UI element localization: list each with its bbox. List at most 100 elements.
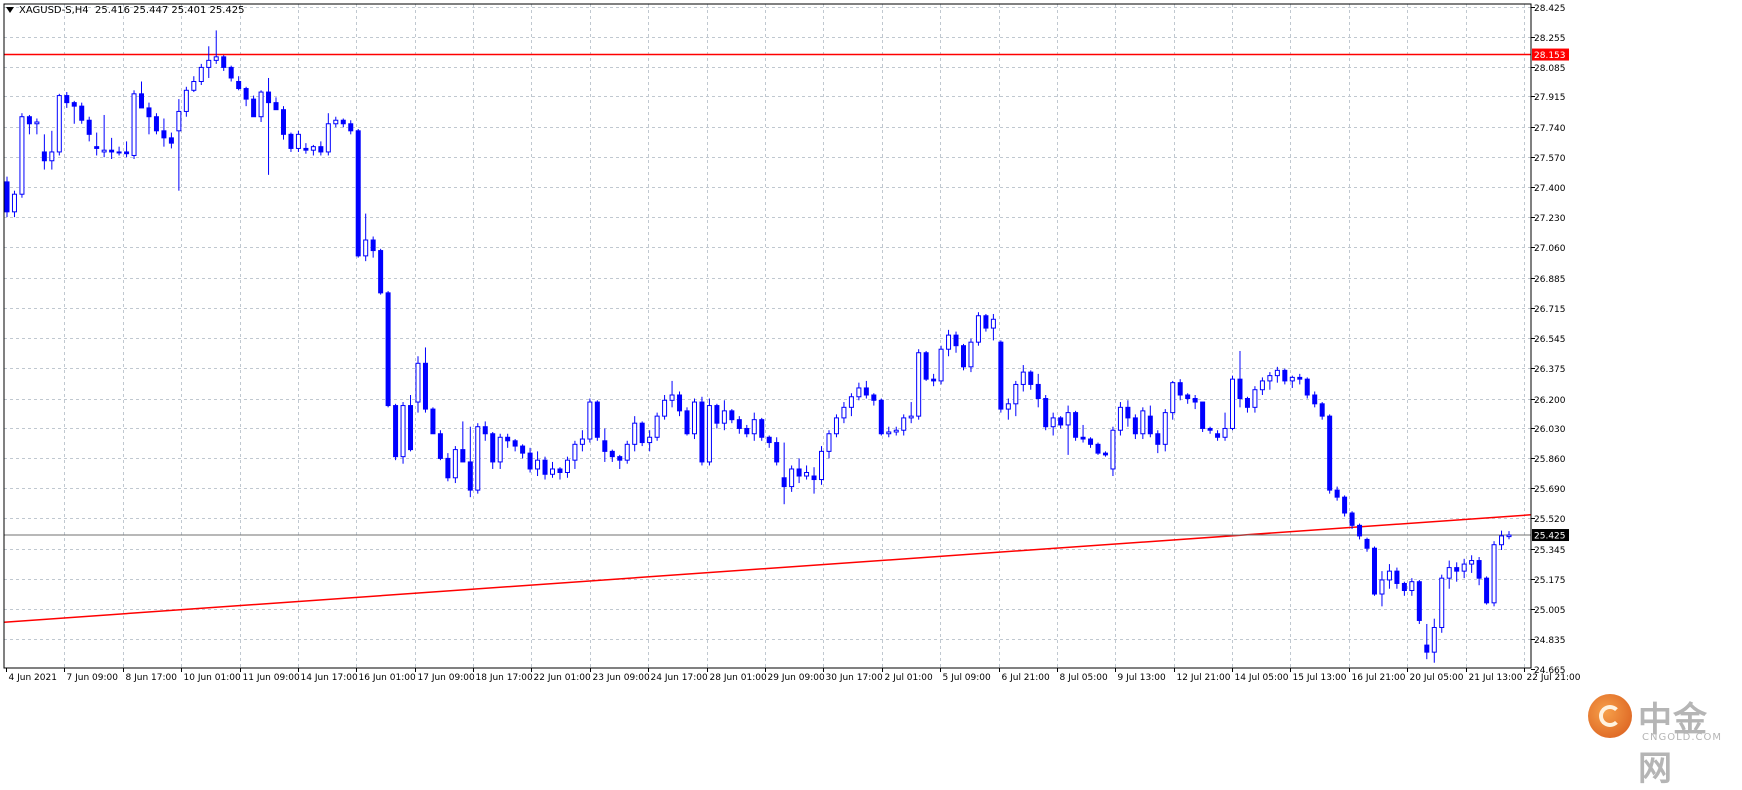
candle-body (960, 345, 966, 368)
candle-body (946, 334, 952, 350)
candle-body (1312, 394, 1318, 405)
candle (1297, 373, 1303, 385)
chart-area[interactable]: 28.425 28.255 28.085 27.915 27.740 27.570 27.4… (0, 0, 1742, 789)
candle (303, 143, 309, 154)
x-tick-label: 15 Jul 13:00 (1293, 673, 1347, 683)
candle (86, 116, 92, 142)
candle (1401, 581, 1407, 596)
x-tick-label: 18 Jun 17:00 (476, 673, 533, 683)
candle (796, 458, 802, 484)
candle-body (1371, 547, 1377, 595)
candle (79, 102, 85, 124)
candle (512, 439, 518, 452)
candle-body (1080, 436, 1086, 440)
x-tick-label: 22 Jun 01:00 (534, 673, 591, 683)
candle-body (1185, 394, 1191, 400)
candle-body (1117, 406, 1123, 431)
candle-body (1020, 371, 1026, 385)
candle (766, 435, 772, 448)
candle-body (4, 181, 10, 213)
candle-body (1095, 443, 1101, 454)
candle (550, 461, 556, 478)
candle-body (273, 102, 279, 111)
candle (826, 430, 832, 459)
y-tick-label: 27.570 (1534, 154, 1566, 164)
candle (572, 440, 578, 469)
candle (1431, 618, 1437, 663)
candle (1192, 395, 1198, 410)
candle (1147, 405, 1153, 438)
candle-body (983, 315, 989, 329)
candle-body (1073, 412, 1079, 438)
candle-body (848, 396, 854, 408)
x-tick-label: 9 Jul 13:00 (1118, 673, 1167, 683)
candle (295, 130, 301, 152)
candle (811, 467, 817, 494)
candle (168, 132, 174, 149)
candle (228, 65, 234, 82)
candle (1043, 395, 1049, 431)
candle (1342, 495, 1348, 517)
candle (848, 393, 854, 417)
y-tick-label: 24.835 (1534, 636, 1566, 646)
candle-body (901, 417, 907, 431)
candle (490, 431, 496, 469)
candle-body (1222, 427, 1228, 438)
candle (273, 97, 279, 111)
candle-body (49, 151, 55, 162)
candle (1088, 437, 1094, 448)
candle-body (662, 399, 668, 417)
candle-body (422, 362, 428, 410)
candle-body (841, 406, 847, 419)
candle (1177, 379, 1183, 401)
candle-body (1102, 452, 1108, 456)
candle (482, 421, 488, 441)
y-tick-label: 27.230 (1534, 214, 1566, 224)
y-tick-label: 25.345 (1534, 546, 1566, 556)
candle (213, 30, 219, 64)
candle-body (1446, 567, 1452, 579)
candle-body (1155, 433, 1161, 445)
candle-body (251, 98, 257, 118)
candle (863, 380, 869, 399)
candle-body (71, 102, 77, 107)
price-chart[interactable]: 28.425 28.255 28.085 27.915 27.740 27.570 27.4… (0, 0, 1742, 764)
candle (71, 100, 77, 124)
candle-body (617, 456, 623, 461)
candle-body (535, 459, 541, 470)
candle-body (400, 405, 406, 458)
candle-body (1297, 376, 1303, 380)
candle (497, 433, 503, 469)
candle (923, 350, 929, 381)
candle-body (1357, 524, 1363, 537)
candle (19, 113, 25, 198)
candle (1110, 426, 1116, 477)
candle-body (1401, 582, 1407, 592)
candle-body (348, 123, 354, 132)
candle-body (452, 449, 458, 479)
candle-body (557, 468, 563, 473)
x-tick-label: 12 Jul 21:00 (1177, 673, 1231, 683)
candle (146, 102, 152, 135)
candle-body (460, 449, 466, 463)
candle (938, 345, 944, 385)
candle (871, 393, 877, 406)
candle-body (819, 450, 825, 481)
candle (1499, 530, 1505, 550)
candle (310, 144, 316, 156)
candle-body (714, 405, 720, 424)
candle (422, 347, 428, 413)
candle-body (1454, 567, 1460, 572)
candle (1319, 402, 1325, 420)
candle (878, 398, 884, 436)
candle-body (953, 334, 959, 347)
candle-body (1394, 570, 1400, 584)
candle (527, 447, 533, 473)
dropdown-triangle-icon[interactable] (6, 7, 14, 13)
candle (176, 99, 182, 191)
candle (340, 118, 346, 128)
candle-body (370, 239, 376, 252)
candle (662, 395, 668, 420)
candle-body (886, 431, 892, 435)
candle (699, 396, 705, 466)
